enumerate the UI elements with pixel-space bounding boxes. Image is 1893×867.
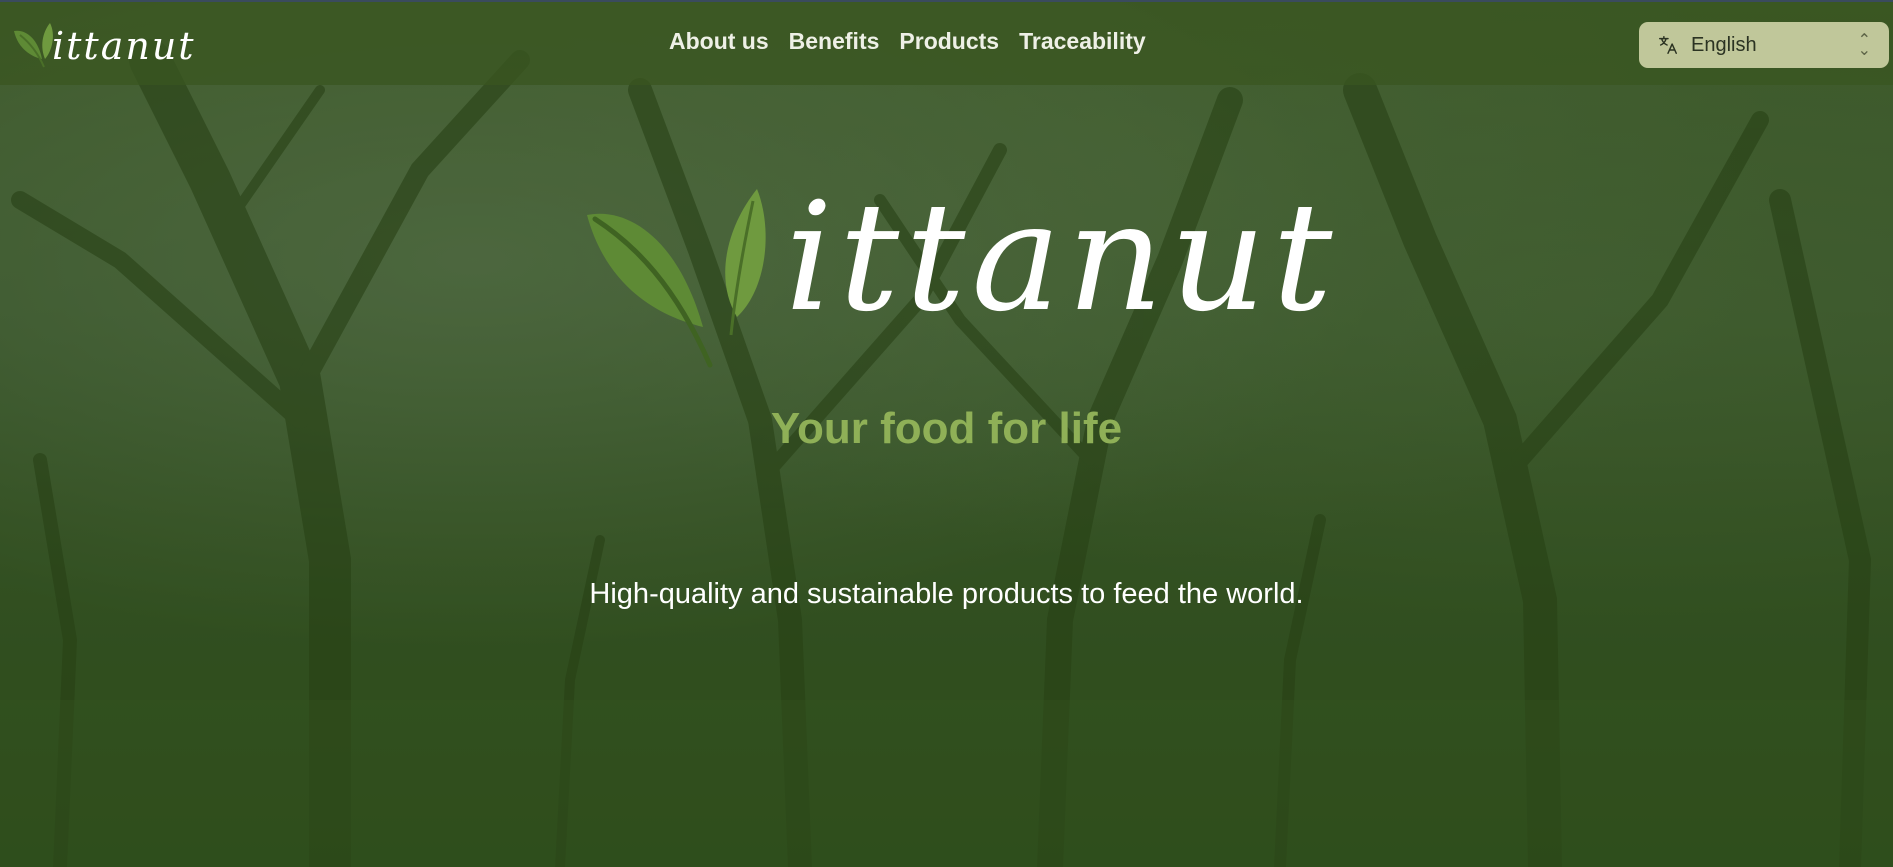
nav-traceability[interactable]: Traceability (1019, 28, 1146, 55)
hero-logo: ittanut (585, 183, 1332, 375)
nav-products[interactable]: Products (899, 28, 999, 55)
hero-subtitle: High-quality and sustainable products to… (589, 578, 1304, 610)
leaf-logo-icon (14, 23, 53, 68)
nav-about-us[interactable]: About us (669, 28, 769, 55)
translate-icon (1659, 36, 1677, 54)
header-logo-text: ittanut (52, 24, 196, 68)
language-selector[interactable]: English ⌃ ⌄ (1639, 22, 1889, 68)
leaf-logo-icon (587, 189, 766, 368)
hero-logo-text: ittanut (785, 171, 1339, 345)
language-value: English (1691, 33, 1757, 56)
main-nav: About us Benefits Products Traceability (669, 28, 1146, 55)
chevron-updown-icon: ⌃ ⌄ (1857, 30, 1871, 59)
top-navigation-bar: ittanut About us Benefits Products Trace… (0, 0, 1893, 85)
hero-tagline: Your food for life (770, 404, 1123, 453)
nav-benefits[interactable]: Benefits (789, 28, 880, 55)
header-logo[interactable]: ittanut (12, 18, 202, 74)
